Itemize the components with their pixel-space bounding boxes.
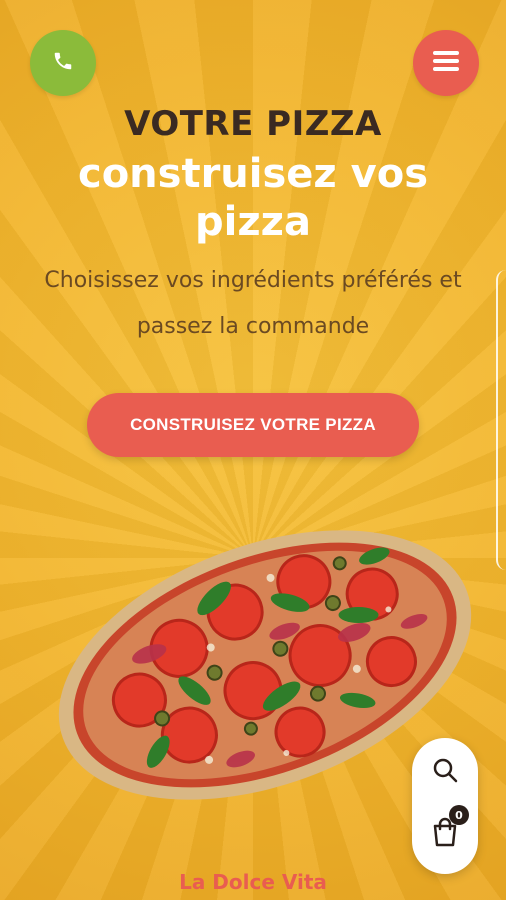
phone-icon [52, 50, 74, 76]
build-pizza-button[interactable]: CONSTRUISEZ VOTRE PIZZA [87, 393, 419, 457]
hero-subtitle: Choisissez vos ingrédients préférés et p… [44, 268, 462, 339]
hero-eyebrow: VOTRE PIZZA [124, 104, 382, 144]
cart-count-badge: 0 [449, 805, 469, 825]
floating-action-panel: 0 [412, 738, 478, 874]
side-panel-handle[interactable] [496, 270, 506, 570]
search-button[interactable] [429, 756, 461, 788]
hamburger-menu-icon [433, 50, 459, 76]
search-icon [432, 757, 458, 787]
hero-headline: construisez vos pizza [77, 151, 429, 245]
menu-button[interactable] [413, 30, 479, 96]
brand-name: La Dolce Vita [179, 870, 327, 894]
call-button[interactable] [30, 30, 96, 96]
